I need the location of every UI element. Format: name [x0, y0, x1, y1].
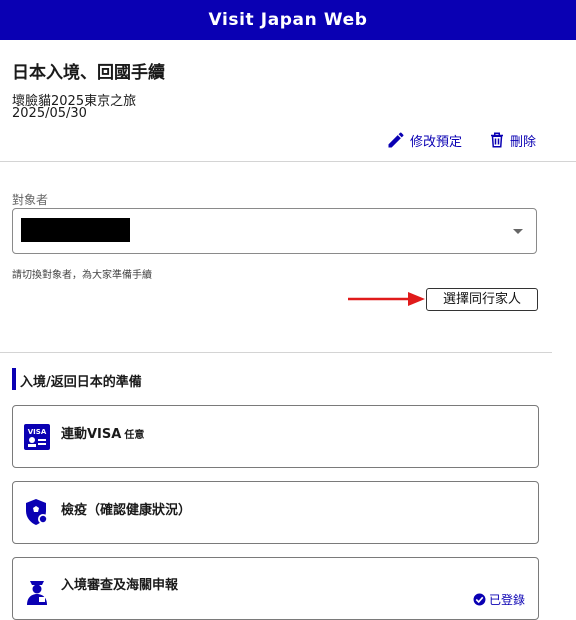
target-person-select[interactable] — [12, 208, 537, 254]
select-companion-button[interactable]: 選擇同行家人 — [426, 288, 538, 311]
red-arrow-annotation — [348, 292, 425, 306]
check-circle-icon — [473, 593, 486, 606]
app-title: Visit Japan Web — [208, 10, 368, 30]
redacted-name — [21, 218, 130, 242]
card-title: 檢疫（確認健康狀況） — [61, 503, 192, 518]
page-title: 日本入境、回國手續 — [12, 63, 165, 83]
divider — [0, 352, 552, 353]
delete-label: 刪除 — [510, 134, 537, 150]
edit-plan-button[interactable]: 修改預定 — [386, 128, 462, 152]
target-helper-text: 請切換對象者，為大家準備手續 — [12, 270, 152, 281]
section-accent-bar — [12, 368, 16, 390]
visa-link-card[interactable]: VISA 連動VISA 任意 — [12, 405, 539, 468]
quarantine-card[interactable]: 檢疫（確認健康狀況） — [12, 481, 539, 544]
visa-icon: VISA — [24, 424, 50, 450]
edit-plan-label: 修改預定 — [410, 134, 463, 150]
optional-badge: 任意 — [124, 430, 145, 441]
card-title: 入境審查及海關申報 — [61, 578, 179, 593]
target-person-label: 對象者 — [12, 193, 49, 207]
card-title-text: 連動VISA — [61, 427, 122, 442]
delete-button[interactable]: 刪除 — [488, 128, 536, 152]
quarantine-shield-icon — [26, 499, 48, 525]
immigration-officer-icon — [27, 581, 47, 605]
registered-status: 已登錄 — [473, 591, 525, 608]
divider — [0, 161, 576, 162]
svg-text:VISA: VISA — [28, 428, 47, 436]
registered-status-label: 已登錄 — [489, 593, 526, 607]
section-title: 入境/返回日本的準備 — [20, 375, 142, 390]
immigration-customs-card[interactable]: 入境審查及海關申報 已登錄 — [12, 557, 539, 620]
trash-icon — [491, 132, 503, 148]
trip-date: 2025/05/30 — [12, 106, 87, 121]
card-title: 連動VISA 任意 — [61, 423, 144, 442]
app-header: Visit Japan Web — [0, 0, 576, 40]
dropdown-caret-icon — [513, 229, 523, 234]
pencil-icon — [388, 132, 404, 148]
